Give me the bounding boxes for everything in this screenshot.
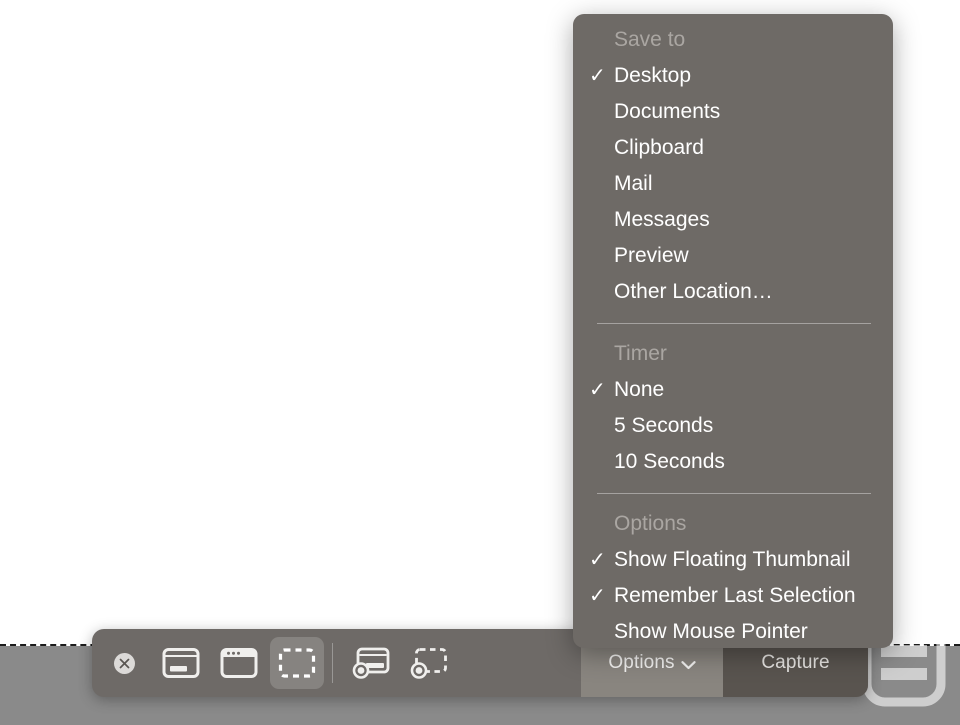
options-popup-menu: Save to ✓ Desktop Documents Clipboard Ma… (573, 14, 893, 648)
menu-item-show-mouse-pointer[interactable]: Show Mouse Pointer (573, 614, 893, 648)
capture-selected-window-button[interactable] (212, 637, 266, 689)
capture-entire-screen-button[interactable] (154, 637, 208, 689)
checkmark-placeholder (587, 452, 614, 472)
menu-item-show-floating-thumbnail[interactable]: ✓ Show Floating Thumbnail (573, 542, 893, 578)
menu-item-other-location[interactable]: Other Location… (573, 274, 893, 310)
checkmark-icon: ✓ (589, 585, 606, 607)
menu-item-label: 10 Seconds (614, 450, 725, 473)
menu-item-documents[interactable]: Documents (573, 94, 893, 130)
menu-item-label: Mail (614, 172, 653, 195)
menu-section-title-save-to: Save to (614, 28, 686, 51)
menu-item-timer-none[interactable]: ✓ None (573, 372, 893, 408)
menu-section-title-timer: Timer (614, 342, 667, 365)
menu-item-mail[interactable]: Mail (573, 166, 893, 202)
screen-icon (162, 647, 200, 679)
menu-item-remember-last-selection[interactable]: ✓ Remember Last Selection (573, 578, 893, 614)
menu-item-label: Show Floating Thumbnail (614, 548, 851, 571)
menu-item-label: Show Mouse Pointer (614, 620, 808, 643)
menu-separator (597, 323, 871, 324)
menu-item-label: Preview (614, 244, 689, 267)
toolbar-divider (332, 643, 333, 683)
checkmark-placeholder (587, 622, 614, 642)
checkmark-placeholder (587, 246, 614, 266)
toolbar-tool-group (92, 629, 459, 697)
options-button-label: Options (608, 652, 675, 673)
menu-item-messages[interactable]: Messages (573, 202, 893, 238)
menu-item-label: None (614, 378, 665, 401)
checkmark-icon: ✓ (589, 549, 606, 571)
menu-item-label: Other Location… (614, 280, 773, 303)
menu-item-timer-5-seconds[interactable]: 5 Seconds (573, 408, 893, 444)
menu-item-label: Documents (614, 100, 721, 123)
menu-item-label: Desktop (614, 64, 692, 87)
selection-icon (278, 647, 316, 679)
checkmark-icon: ✓ (589, 65, 606, 87)
menu-item-label: Remember Last Selection (614, 584, 856, 607)
checkmark-placeholder (587, 282, 614, 302)
menu-item-label: 5 Seconds (614, 414, 714, 437)
record-selected-portion-button[interactable] (403, 637, 457, 689)
menu-section-title-options: Options (614, 512, 687, 535)
checkmark-placeholder (587, 138, 614, 158)
menu-item-preview[interactable]: Preview (573, 238, 893, 274)
menu-item-label: Clipboard (614, 136, 704, 159)
capture-selected-portion-button[interactable] (270, 637, 324, 689)
chevron-down-icon (680, 657, 696, 670)
checkmark-placeholder (587, 102, 614, 122)
checkmark-placeholder (587, 416, 614, 436)
close-button[interactable] (102, 637, 146, 689)
close-icon (113, 652, 135, 674)
record-selection-icon (410, 646, 450, 680)
checkmark-icon: ✓ (589, 379, 606, 401)
menu-item-timer-10-seconds[interactable]: 10 Seconds (573, 444, 893, 480)
capture-button-label: Capture (761, 652, 830, 673)
menu-item-desktop[interactable]: ✓ Desktop (573, 58, 893, 94)
record-entire-screen-button[interactable] (345, 637, 399, 689)
record-screen-icon (352, 646, 392, 680)
menu-item-clipboard[interactable]: Clipboard (573, 130, 893, 166)
checkmark-placeholder (587, 174, 614, 194)
menu-item-label: Messages (614, 208, 710, 231)
menu-separator (597, 493, 871, 494)
checkmark-placeholder (587, 210, 614, 230)
window-icon (220, 647, 258, 679)
